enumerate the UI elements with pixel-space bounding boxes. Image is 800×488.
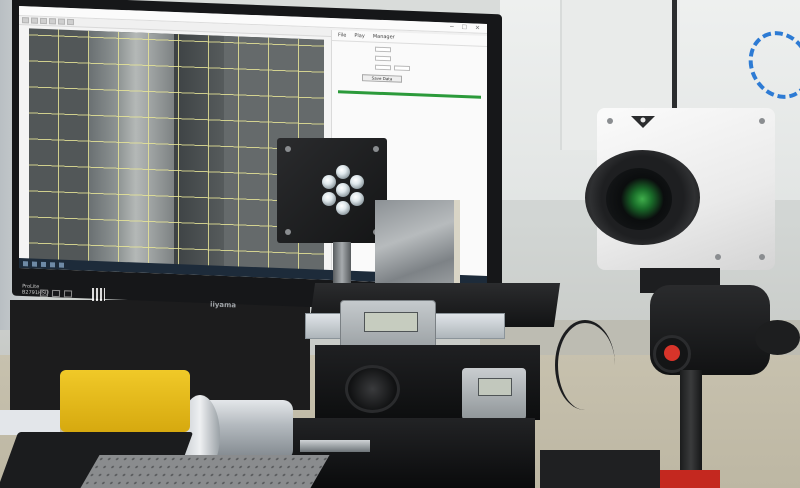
toolbar-button-icon [40,17,47,25]
yellow-holder [60,370,190,432]
screw-icon [759,118,765,124]
monitor-button-icon [51,289,61,298]
panel-label [340,48,372,49]
qr-code-icon [92,288,105,301]
screw-icon [715,254,721,260]
metal-sample [375,200,460,295]
screw-icon [373,146,379,152]
start-icon [23,260,28,266]
panel-field [375,46,391,53]
panel-tab: Manager [372,33,395,41]
cable [555,320,615,410]
toolbar-button-icon [49,18,56,25]
camera-logo-icon [631,116,655,128]
led-icon [350,192,364,206]
panel-field [375,55,391,62]
progress-bar [338,90,481,99]
led-icon [336,183,350,197]
monitor-buttons [39,289,73,298]
taskbar-app-icon [50,261,55,267]
screw-icon [607,118,613,124]
hanging-cable [672,0,677,120]
taskbar-app-icon [59,262,64,268]
tripod-base [660,470,720,488]
screw-icon [759,254,765,260]
led-icon [336,201,350,215]
taskbar-app-icon [32,261,37,267]
led-icon [336,165,350,179]
monitor-button-icon [63,290,73,298]
led-icon [350,175,364,189]
panel-button: Save Data [362,74,402,83]
caliper-display [364,312,418,332]
led-cluster [318,165,368,215]
toolbar-button-icon [67,18,74,26]
led-icon [322,192,336,206]
panel-tab: Play [354,32,365,40]
panel-tab: File [338,32,347,39]
caliper-display-2 [478,378,512,396]
toolbar-button-icon [31,17,38,24]
screw-icon [285,146,291,152]
tripod-grip [755,320,800,355]
toolbar-button-icon [22,17,29,24]
panel-label [340,66,372,67]
lens-glass [606,168,672,230]
panel-field [394,65,410,72]
panel-row [340,63,479,73]
spindle-rod [300,440,370,452]
taskbar-app-icon [41,261,46,267]
panel-field [375,64,391,71]
toolbar-button-icon [58,18,65,25]
panel-label [340,57,372,58]
optical-breadboard [80,455,330,488]
power-supply [540,450,660,488]
tripod-logo-icon [664,345,680,361]
led-icon [322,175,336,189]
panel-row [340,45,479,55]
lab-setup-photo: ─ ☐ ✕ File Play Manager Save Data ProLit… [0,0,800,488]
monitor-button-icon [39,289,49,297]
screw-icon [285,229,291,235]
light-post [333,242,351,287]
panel-row [340,54,479,64]
monitor-brand: iiyama [209,300,237,310]
stage-knob [345,365,400,413]
